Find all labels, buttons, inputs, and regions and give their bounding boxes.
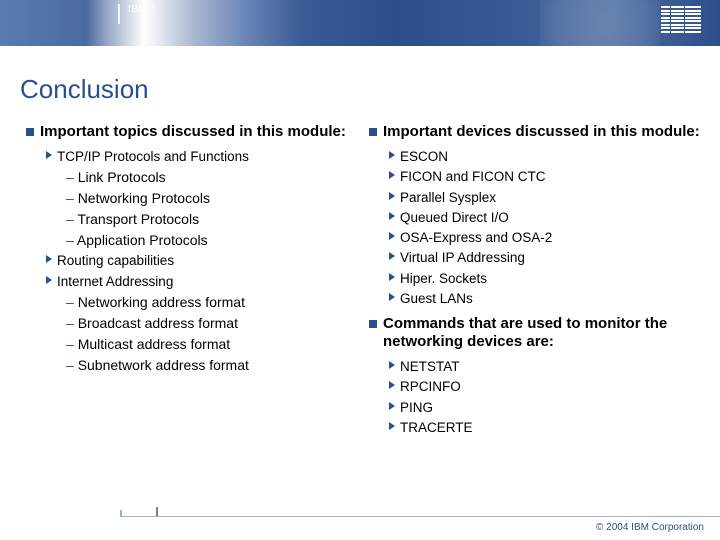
right-heading-1: Important devices discussed in this modu… bbox=[369, 123, 702, 141]
left-column: Important topics discussed in this modul… bbox=[26, 123, 359, 438]
list-item-label: Networking address format bbox=[78, 294, 245, 310]
triangle-bullet-icon bbox=[389, 171, 395, 179]
list-item-label: Networking Protocols bbox=[78, 190, 210, 206]
triangle-bullet-icon bbox=[389, 151, 395, 159]
list-item-label: Multicast address format bbox=[78, 336, 231, 352]
list-item: Broadcast address format bbox=[66, 313, 359, 334]
list-item-label: Routing capabilities bbox=[57, 251, 174, 271]
content-area: Important topics discussed in this modul… bbox=[0, 123, 720, 438]
list-item-label: Parallel Sysplex bbox=[400, 188, 496, 208]
list-item: OSA-Express and OSA-2 bbox=[389, 228, 702, 248]
header-brand-block: IBM ^ bbox=[118, 0, 156, 46]
list-item-label: RPCINFO bbox=[400, 377, 461, 397]
square-bullet-icon bbox=[369, 128, 377, 136]
list-item-label: NETSTAT bbox=[400, 357, 460, 377]
page-title: Conclusion bbox=[0, 46, 720, 123]
triangle-bullet-icon bbox=[389, 212, 395, 220]
list-item: TCP/IP Protocols and Functions bbox=[46, 147, 359, 167]
list-item: NETSTAT bbox=[389, 357, 702, 377]
list-item: Transport Protocols bbox=[66, 209, 359, 230]
ibm-logo-icon bbox=[661, 6, 702, 34]
list-item-label: OSA-Express and OSA-2 bbox=[400, 228, 552, 248]
list-item: Subnetwork address format bbox=[66, 355, 359, 376]
list-item: Networking address format bbox=[66, 292, 359, 313]
list-item: Guest LANs bbox=[389, 289, 702, 309]
triangle-bullet-icon bbox=[389, 252, 395, 260]
list-item: Networking Protocols bbox=[66, 188, 359, 209]
list-item: Virtual IP Addressing bbox=[389, 248, 702, 268]
triangle-bullet-icon bbox=[389, 232, 395, 240]
left-heading: Important topics discussed in this modul… bbox=[26, 123, 359, 141]
slide-header: IBM ^ bbox=[0, 0, 720, 46]
triangle-bullet-icon bbox=[389, 273, 395, 281]
list-item-label: Hiper. Sockets bbox=[400, 269, 487, 289]
triangle-bullet-icon bbox=[46, 276, 52, 284]
list-item-label: Subnetwork address format bbox=[78, 357, 249, 373]
list-item: PING bbox=[389, 398, 702, 418]
list-item-label: ESCON bbox=[400, 147, 448, 167]
square-bullet-icon bbox=[369, 320, 377, 328]
footer-rule bbox=[120, 516, 720, 517]
list-item-label: TCP/IP Protocols and Functions bbox=[57, 147, 249, 167]
list-item: ESCON bbox=[389, 147, 702, 167]
triangle-bullet-icon bbox=[389, 293, 395, 301]
list-item: Internet Addressing bbox=[46, 272, 359, 292]
triangle-bullet-icon bbox=[389, 361, 395, 369]
list-item-label: Link Protocols bbox=[78, 169, 166, 185]
list-item: FICON and FICON CTC bbox=[389, 167, 702, 187]
triangle-bullet-icon bbox=[389, 422, 395, 430]
list-item-label: Transport Protocols bbox=[77, 211, 199, 227]
triangle-bullet-icon bbox=[389, 192, 395, 200]
list-item-label: PING bbox=[400, 398, 433, 418]
list-item: Hiper. Sockets bbox=[389, 269, 702, 289]
list-item: Application Protocols bbox=[66, 230, 359, 251]
left-heading-text: Important topics discussed in this modul… bbox=[40, 123, 346, 141]
list-item: TRACERTE bbox=[389, 418, 702, 438]
right-column: Important devices discussed in this modu… bbox=[369, 123, 702, 438]
list-item: Parallel Sysplex bbox=[389, 188, 702, 208]
list-item: Multicast address format bbox=[66, 334, 359, 355]
brand-label: IBM ^ bbox=[128, 4, 156, 15]
list-item-label: Queued Direct I/O bbox=[400, 208, 509, 228]
triangle-bullet-icon bbox=[46, 255, 52, 263]
list-item-label: Application Protocols bbox=[77, 232, 208, 248]
list-item-label: Broadcast address format bbox=[78, 315, 238, 331]
triangle-bullet-icon bbox=[46, 151, 52, 159]
list-item-label: TRACERTE bbox=[400, 418, 473, 438]
list-item-label: Guest LANs bbox=[400, 289, 473, 309]
triangle-bullet-icon bbox=[389, 402, 395, 410]
header-divider bbox=[118, 4, 120, 24]
slide-footer: © 2004 IBM Corporation bbox=[0, 510, 720, 540]
right-heading-1-text: Important devices discussed in this modu… bbox=[383, 123, 700, 141]
list-item-label: Virtual IP Addressing bbox=[400, 248, 525, 268]
list-item: Routing capabilities bbox=[46, 251, 359, 271]
triangle-bullet-icon bbox=[389, 381, 395, 389]
square-bullet-icon bbox=[26, 128, 34, 136]
copyright-text: © 2004 IBM Corporation bbox=[596, 522, 704, 533]
list-item: RPCINFO bbox=[389, 377, 702, 397]
list-item: Link Protocols bbox=[66, 167, 359, 188]
list-item-label: FICON and FICON CTC bbox=[400, 167, 546, 187]
right-heading-2: Commands that are used to monitor the ne… bbox=[369, 315, 702, 351]
footer-mark bbox=[156, 507, 158, 516]
list-item-label: Internet Addressing bbox=[57, 272, 173, 292]
list-item: Queued Direct I/O bbox=[389, 208, 702, 228]
right-heading-2-text: Commands that are used to monitor the ne… bbox=[383, 315, 702, 351]
